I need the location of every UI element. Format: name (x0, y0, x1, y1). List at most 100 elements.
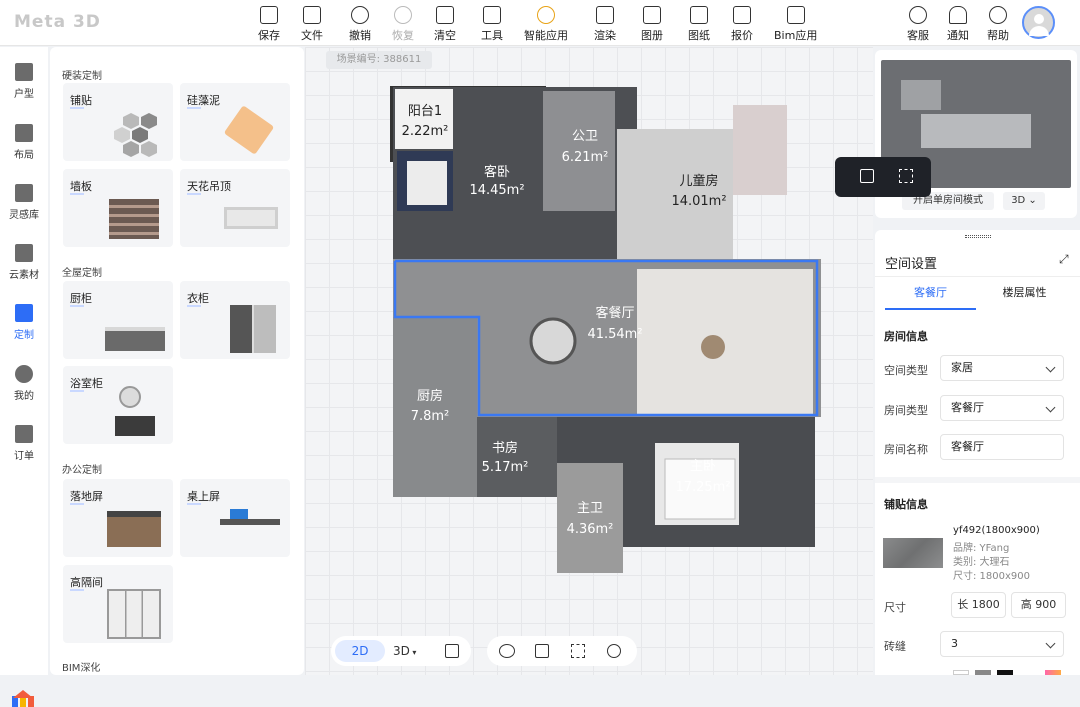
hide-icon[interactable] (499, 644, 515, 658)
notify-button[interactable]: 通知 (947, 4, 969, 43)
nav-layout[interactable]: 布局 (0, 124, 48, 161)
expand-icon[interactable]: ⤢ (1059, 252, 1069, 267)
room-name-input[interactable]: 客餐厅 (940, 434, 1064, 460)
redo-icon (394, 6, 412, 24)
help-button[interactable]: 帮助 (987, 4, 1009, 43)
book-icon (15, 184, 33, 202)
room-area-balcony1: 2.22m² (402, 124, 449, 139)
render-button[interactable]: 渲染 (594, 4, 616, 43)
nav-floorplan[interactable]: 户型 (0, 63, 48, 100)
tools-button[interactable]: 工具 (481, 4, 503, 43)
drag-handle[interactable] (965, 235, 991, 238)
annotate-icon[interactable] (535, 644, 549, 658)
bim-button[interactable]: Bim应用 (774, 4, 817, 43)
catalog-card-tiling[interactable]: 铺贴 (63, 83, 173, 161)
catalog-card-kitchen-cabinet[interactable]: 厨柜 (63, 281, 173, 359)
nav-orders[interactable]: 订单 (0, 425, 48, 462)
room-info-title: 房间信息 (884, 330, 928, 343)
avatar[interactable] (1022, 6, 1055, 39)
nav-cloud-assets[interactable]: 云素材 (0, 244, 48, 281)
bulb-icon (537, 6, 555, 24)
color-swatch[interactable] (1045, 670, 1061, 675)
undo-icon (351, 6, 369, 24)
room-type-select[interactable]: 客餐厅 (940, 395, 1064, 421)
room-master-bath-area (557, 463, 623, 573)
color-swatch[interactable] (997, 670, 1013, 675)
space-type-select[interactable]: 家居 (940, 355, 1064, 381)
quote-button[interactable]: 报价 (731, 4, 753, 43)
tile-length-input[interactable]: 长 1800 (951, 592, 1006, 618)
left-nav: 户型 布局 灵感库 云素材 定制 我的 订单 (0, 47, 48, 707)
tile-height-input[interactable]: 高 900 (1011, 592, 1066, 618)
bim-icon (786, 6, 805, 24)
view-2d-button[interactable]: 2D (335, 640, 385, 662)
view-tools (487, 636, 637, 666)
grid-icon[interactable] (860, 169, 874, 183)
room-kitchen-area (393, 317, 477, 497)
size-label: 尺寸 (884, 601, 906, 614)
tab-living-dining[interactable]: 客餐厅 (885, 278, 976, 310)
catalog-card-ceiling[interactable]: 天花吊顶 (180, 169, 290, 247)
clear-button[interactable]: 清空 (434, 4, 456, 43)
smart-apps-button[interactable]: 智能应用 (524, 4, 568, 43)
color-swatch[interactable] (975, 670, 991, 675)
home-logo-icon[interactable] (12, 689, 34, 707)
support-button[interactable]: 客服 (907, 4, 929, 43)
file-icon (303, 6, 321, 24)
bell-icon (949, 6, 967, 24)
save-button[interactable]: 保存 (258, 4, 280, 43)
room-label-children: 儿童房 (679, 173, 718, 189)
album-icon (643, 6, 661, 24)
catalog-card-bath-cabinet[interactable]: 浴室柜 (63, 366, 173, 444)
catalog-card-floor-screen[interactable]: 落地屏 (63, 479, 173, 557)
render-icon (596, 6, 614, 24)
album-button[interactable]: 图册 (641, 4, 663, 43)
nav-custom[interactable]: 定制 (0, 304, 48, 341)
tile-brand: 品牌: YFang (953, 543, 1010, 554)
room-area-living-dining: 41.54m² (587, 327, 642, 342)
tab-floor-properties[interactable]: 楼层属性 (979, 278, 1070, 310)
panel-title: 空间设置 (885, 257, 938, 272)
room-area-children: 14.01m² (671, 194, 726, 209)
room-area-public-bath: 6.21m² (562, 150, 609, 165)
chevron-down-icon (1045, 638, 1056, 649)
room-study-area (477, 417, 557, 497)
room-label-master-bedroom: 主卧 (690, 459, 716, 474)
chevron-down-icon (1045, 362, 1056, 373)
light-icon[interactable] (607, 644, 621, 658)
undo-button[interactable]: 撤销 (349, 4, 371, 43)
user-icon (15, 365, 33, 383)
tools-icon (483, 6, 501, 24)
room-area-kitchen: 7.8m² (411, 409, 450, 424)
minimap-view-select[interactable]: 3D ⌄ (1003, 192, 1045, 210)
catalog-card-partition[interactable]: 高隔间 (63, 565, 173, 643)
file-button[interactable]: 文件 (301, 4, 323, 43)
room-label-study: 书房 (492, 440, 518, 456)
catalog-card-desk-screen[interactable]: 桌上屏 (180, 479, 290, 557)
redo-button[interactable]: 恢复 (392, 4, 414, 43)
catalog-card-wardrobe[interactable]: 衣柜 (180, 281, 290, 359)
trash-icon (436, 6, 454, 24)
hex-tile-image (114, 113, 157, 157)
tile-code: yf492(1800x900) (953, 525, 1040, 536)
fit-screen-icon[interactable] (445, 644, 459, 658)
help-icon (989, 6, 1007, 24)
floating-toolbar (835, 157, 931, 197)
room-label-kitchen: 厨房 (417, 388, 443, 404)
select-icon[interactable] (571, 644, 585, 658)
drawings-button[interactable]: 图纸 (688, 4, 710, 43)
headset-icon (909, 6, 927, 24)
catalog-card-diatom-mud[interactable]: 硅藻泥 (180, 83, 290, 161)
floor-plan[interactable]: 阳台1 2.22m² 客卧 14.45m² 公卫 6.21m² 儿童房 14.0… (385, 83, 830, 578)
tile-thumbnail[interactable] (883, 538, 943, 568)
section-title: 全屋定制 (62, 268, 102, 279)
nav-mine[interactable]: 我的 (0, 365, 48, 402)
joint-label: 砖缝 (884, 640, 906, 653)
drawing-icon (690, 6, 708, 24)
nav-inspiration[interactable]: 灵感库 (0, 184, 48, 221)
view-3d-button[interactable]: 3D ▾ (393, 640, 427, 662)
frame-icon[interactable] (899, 169, 913, 183)
catalog-card-wall-panel[interactable]: 墙板 (63, 169, 173, 247)
color-swatch[interactable] (953, 670, 969, 675)
joint-select[interactable]: 3 (940, 631, 1064, 657)
